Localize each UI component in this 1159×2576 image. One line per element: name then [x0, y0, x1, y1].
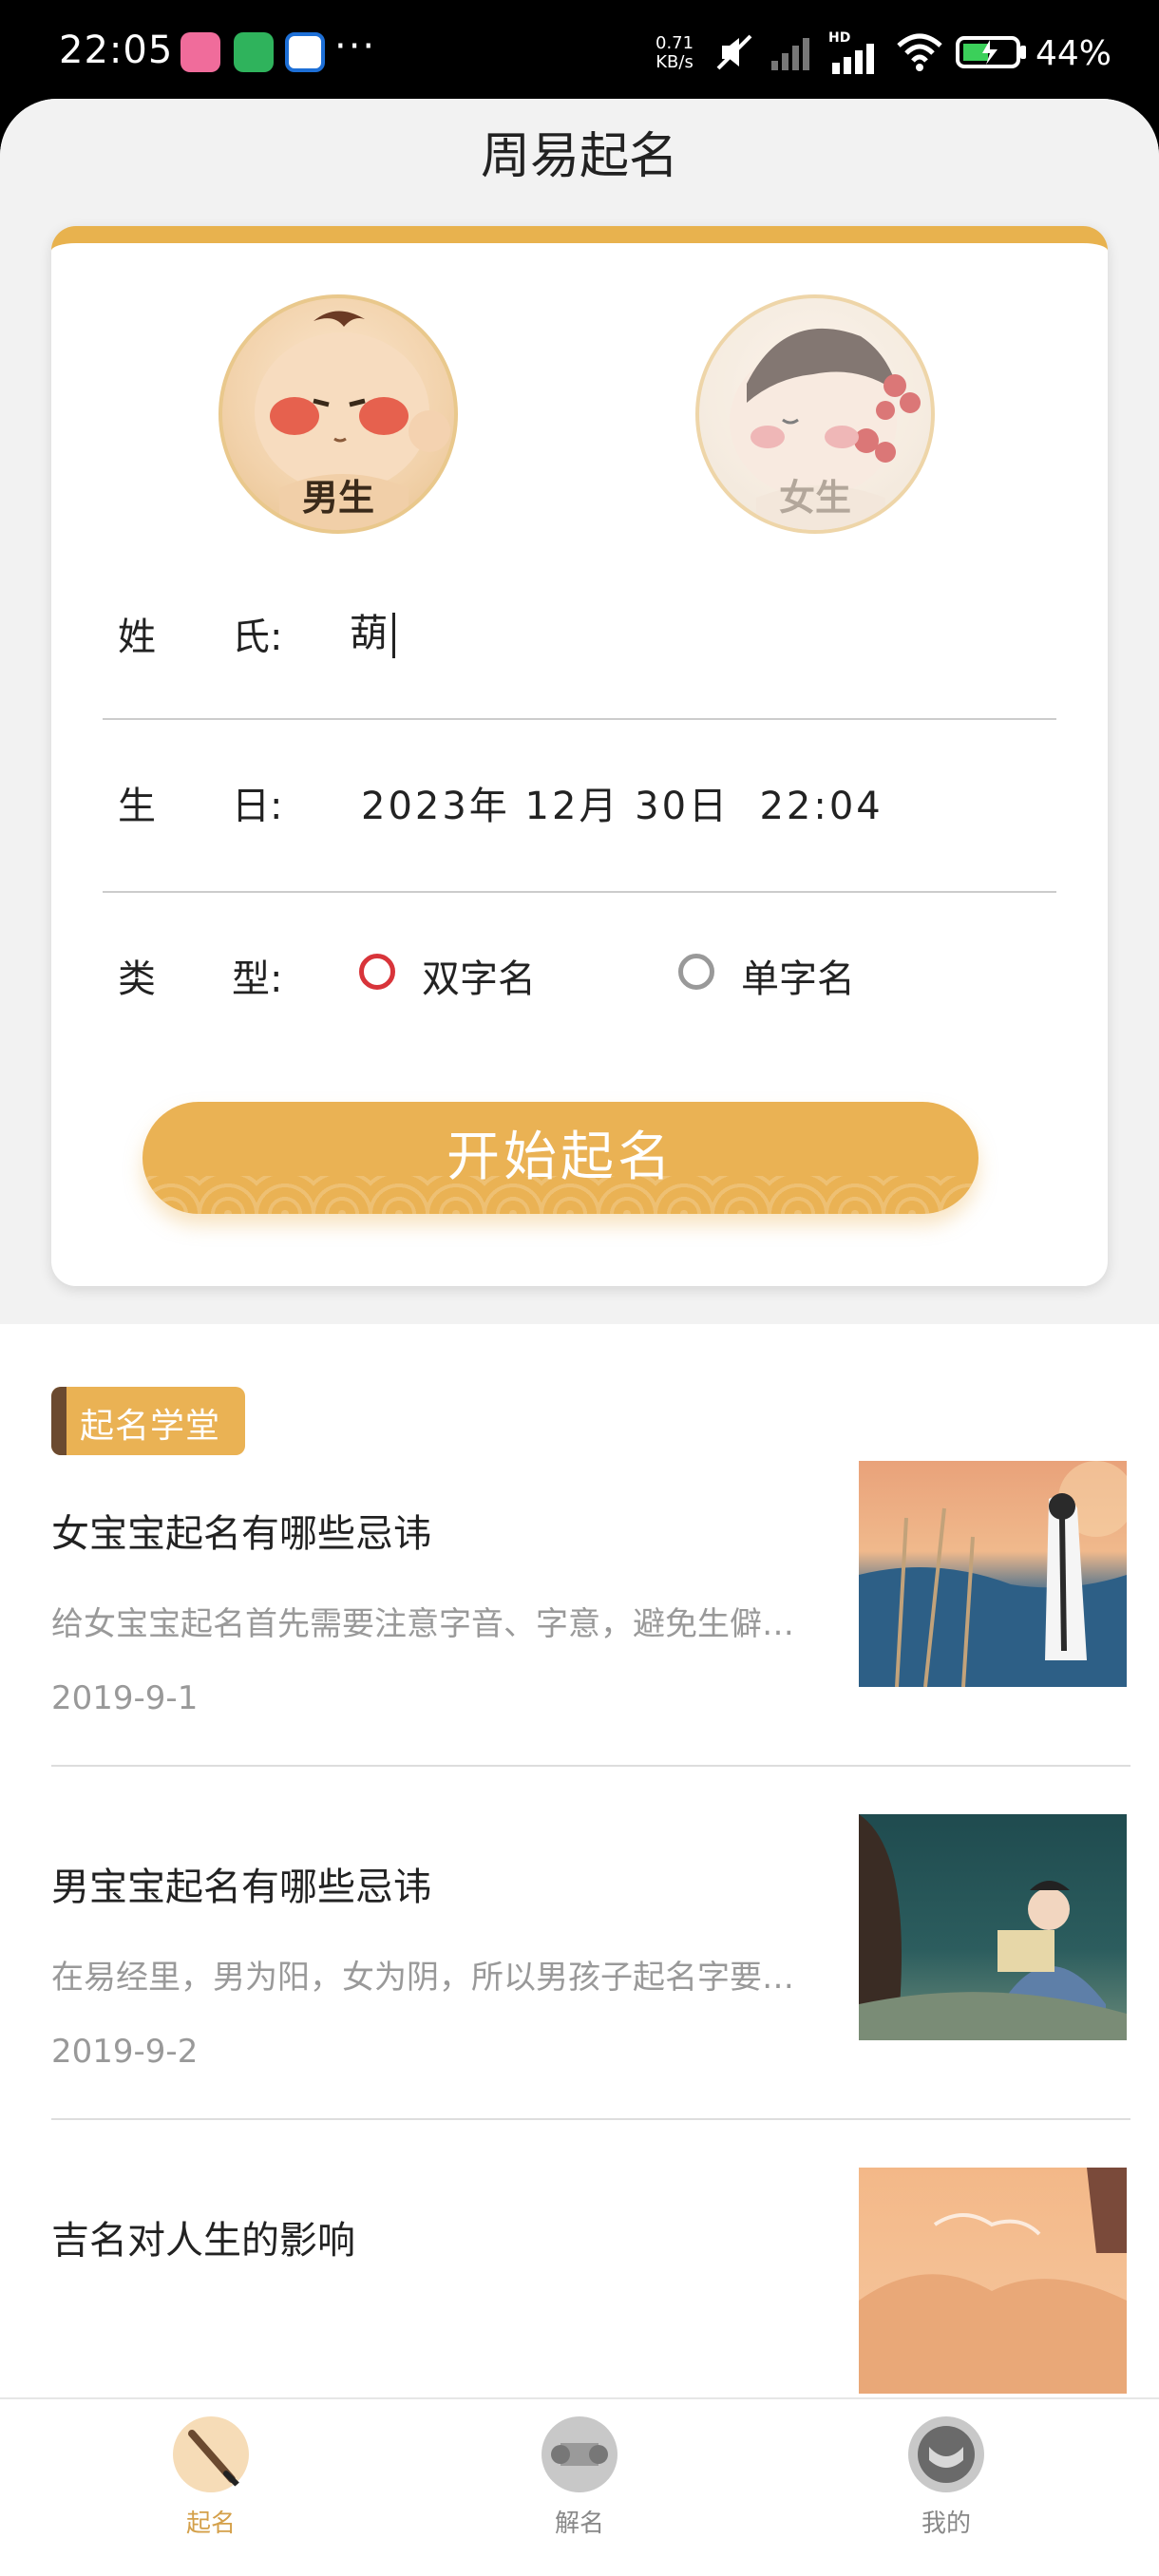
scholar-reading-illustration	[859, 1814, 1127, 2040]
landscape-pavilion-illustration	[859, 2168, 1127, 2394]
page-title: 周易起名	[480, 128, 678, 185]
tab-label: 解名	[554, 2510, 604, 2538]
signal-icon-sim1	[832, 44, 874, 74]
article-title: 男宝宝起名有哪些忌讳	[51, 1866, 431, 1909]
radio-selected-icon	[359, 954, 395, 990]
divider	[51, 2118, 1130, 2120]
article-date: 2019-9-1	[51, 1679, 199, 1717]
tab-label: 起名	[185, 2510, 236, 2538]
article-desc: 给女宝宝起名首先需要注意字音、字意，避免生僻…	[51, 1605, 794, 1643]
scroll-icon	[542, 2416, 618, 2492]
type-option-single[interactable]: 单字名	[678, 940, 887, 1007]
system-nav-bar	[0, 2557, 1159, 2576]
gender-girl-button[interactable]: 女生	[695, 294, 935, 534]
type-option-single-label: 单字名	[741, 957, 855, 1001]
header-area: 周易起名 男生 女生 姓 氏: 葫 生 日: 2023年 12月 30日 22:…	[0, 99, 1159, 1324]
birthday-row[interactable]: 生 日: 2023年 12月 30日 22:04	[103, 747, 1056, 889]
more-notifications-icon: ···	[334, 25, 377, 68]
article-thumbnail	[859, 2168, 1127, 2394]
profile-icon	[908, 2416, 984, 2492]
tab-explain[interactable]: 解名	[475, 2399, 684, 2559]
status-bar: 22:05 ··· 0.71 KB/s HD 44%	[0, 0, 1159, 104]
network-speed: 0.71 KB/s	[656, 34, 694, 72]
type-option-double-label: 双字名	[422, 957, 536, 1001]
tab-mine[interactable]: 我的	[842, 2399, 1051, 2559]
divider	[51, 1765, 1130, 1767]
article-desc: 在易经里，男为阳，女为阴，所以男孩子起名字要…	[51, 1959, 794, 1997]
network-speed-unit: KB/s	[656, 52, 694, 72]
boy-label: 男生	[301, 476, 374, 519]
type-row: 类 型: 双字名 单字名	[103, 919, 1056, 1062]
type-option-double[interactable]: 双字名	[359, 940, 568, 1007]
blue-app-icon	[285, 32, 325, 72]
birthday-label: 生 日:	[118, 785, 283, 828]
section-tag-label: 起名学堂	[80, 1407, 221, 1446]
green-app-icon	[234, 32, 274, 72]
naming-form-card: 男生 女生 姓 氏: 葫 生 日: 2023年 12月 30日 22:04 类 …	[51, 226, 1108, 1286]
article-date: 2019-9-2	[51, 2033, 199, 2071]
cloud-pattern	[142, 1176, 978, 1214]
tab-naming[interactable]: 起名	[106, 2399, 315, 2559]
radio-unselected-icon	[678, 954, 714, 990]
article-title: 女宝宝起名有哪些忌讳	[51, 1512, 431, 1556]
surname-input[interactable]: 葫	[350, 602, 395, 658]
start-naming-button[interactable]: 开始起名	[142, 1102, 978, 1214]
girl-label: 女生	[778, 476, 851, 519]
article-title: 吉名对人生的影响	[51, 2219, 355, 2263]
surname-value: 葫	[350, 612, 390, 655]
mute-icon	[716, 34, 752, 70]
signal-icon-sim2	[771, 38, 809, 70]
page: 周易起名 男生 女生 姓 氏: 葫 生 日: 2023年 12月 30日 22:…	[0, 99, 1159, 2576]
surname-label: 姓 氏:	[118, 616, 283, 659]
type-label: 类 型:	[118, 957, 283, 1001]
status-time: 22:05	[59, 28, 174, 72]
birthday-value: 2023年 12月 30日 22:04	[361, 785, 884, 828]
text-caret	[392, 613, 395, 658]
surname-row: 姓 氏: 葫	[103, 578, 1056, 720]
brush-icon	[173, 2416, 249, 2492]
girl-by-lake-illustration	[859, 1461, 1127, 1687]
wifi-icon	[897, 33, 942, 71]
divider	[103, 891, 1056, 893]
network-speed-value: 0.71	[656, 33, 694, 53]
article-item[interactable]: 女宝宝起名有哪些忌讳 给女宝宝起名首先需要注意字音、字意，避免生僻… 2019-…	[51, 1461, 1130, 1856]
divider	[103, 718, 1056, 720]
battery-percent: 44%	[1036, 34, 1112, 73]
bilibili-app-icon	[180, 32, 220, 72]
section-tag-bar	[51, 1387, 66, 1455]
bottom-tab-bar: 起名 解名 我的	[0, 2397, 1159, 2557]
battery-icon	[956, 36, 1026, 68]
tab-label: 我的	[921, 2510, 971, 2538]
section-tag-naming-school: 起名学堂	[51, 1387, 245, 1455]
gender-boy-button[interactable]: 男生	[218, 294, 458, 534]
article-item[interactable]: 男宝宝起名有哪些忌讳 在易经里，男为阳，女为阴，所以男孩子起名字要… 2019-…	[51, 1814, 1130, 2209]
article-thumbnail	[859, 1461, 1127, 1687]
article-thumbnail	[859, 1814, 1127, 2040]
